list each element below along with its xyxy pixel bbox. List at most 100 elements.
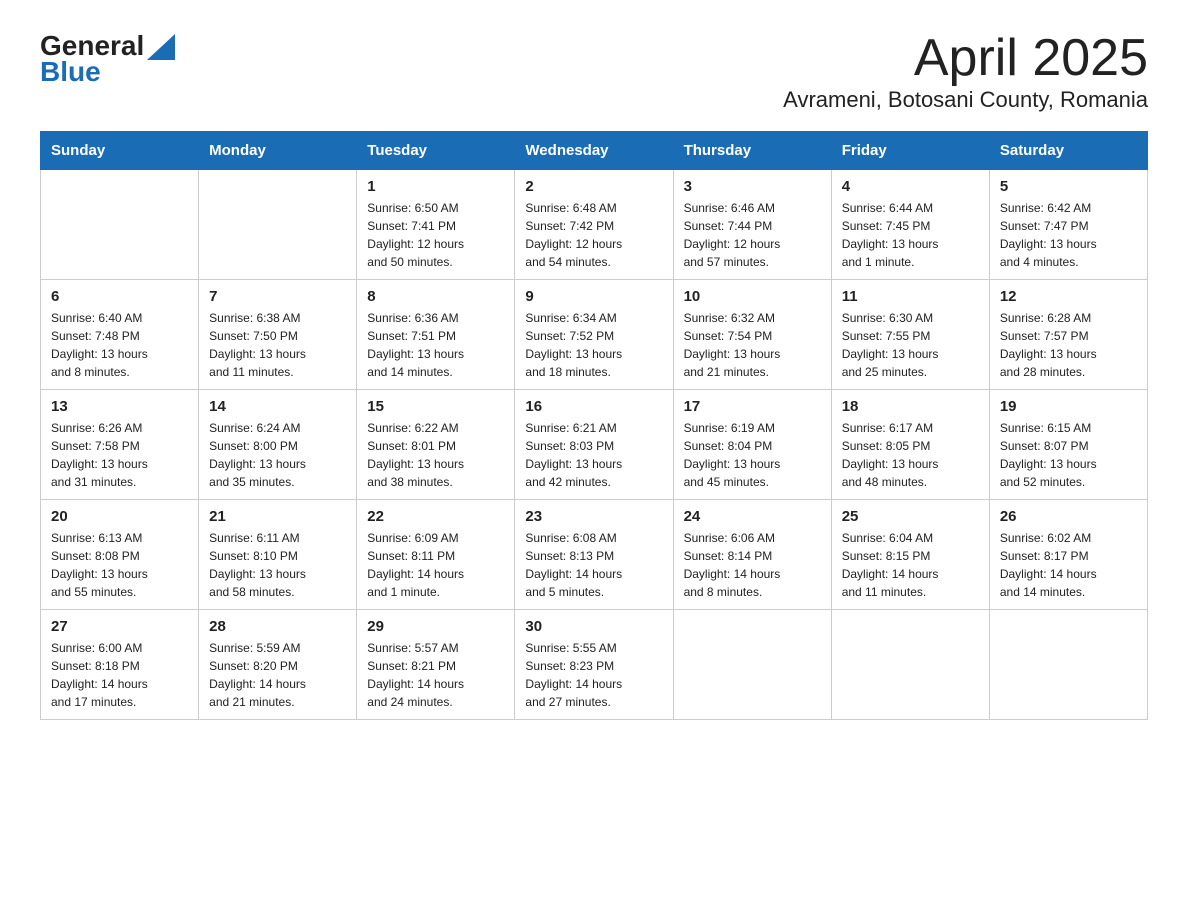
day-info: Sunrise: 6:38 AM Sunset: 7:50 PM Dayligh…	[209, 309, 346, 381]
day-number: 20	[51, 508, 188, 525]
calendar-day-cell	[41, 170, 199, 280]
calendar-day-cell: 18Sunrise: 6:17 AM Sunset: 8:05 PM Dayli…	[831, 390, 989, 500]
calendar-week-row: 1 Sunrise: 6:50 AM Sunset: 7:41 PM Daylig…	[41, 170, 1148, 280]
day-info: Sunrise: 6:09 AM Sunset: 8:11 PM Dayligh…	[367, 529, 504, 601]
day-number: 1	[367, 178, 504, 195]
day-number: 13	[51, 398, 188, 415]
calendar-day-header: Monday	[199, 132, 357, 170]
day-info: Sunrise: 6:06 AM Sunset: 8:14 PM Dayligh…	[684, 529, 821, 601]
calendar-day-cell: 22 Sunrise: 6:09 AM Sunset: 8:11 PM Dayli…	[357, 500, 515, 610]
day-info: Sunrise: 6:19 AM Sunset: 8:04 PM Dayligh…	[684, 419, 821, 491]
day-info: Sunrise: 6:36 AM Sunset: 7:51 PM Dayligh…	[367, 309, 504, 381]
day-number: 28	[209, 618, 346, 635]
day-number: 12	[1000, 288, 1137, 305]
day-info: Sunrise: 6:04 AM Sunset: 8:15 PM Dayligh…	[842, 529, 979, 601]
calendar-day-cell: 11 Sunrise: 6:30 AM Sunset: 7:55 PM Dayli…	[831, 280, 989, 390]
calendar-day-header: Sunday	[41, 132, 199, 170]
page-subtitle: Avrameni, Botosani County, Romania	[783, 87, 1148, 113]
day-number: 26	[1000, 508, 1137, 525]
day-number: 14	[209, 398, 346, 415]
day-info: Sunrise: 6:26 AM Sunset: 7:58 PM Dayligh…	[51, 419, 188, 491]
calendar-day-cell: 21 Sunrise: 6:11 AM Sunset: 8:10 PM Dayli…	[199, 500, 357, 610]
day-info: Sunrise: 6:50 AM Sunset: 7:41 PM Dayligh…	[367, 199, 504, 271]
calendar-day-cell	[673, 610, 831, 720]
day-number: 30	[525, 618, 662, 635]
day-info: Sunrise: 5:55 AM Sunset: 8:23 PM Dayligh…	[525, 639, 662, 711]
day-number: 21	[209, 508, 346, 525]
day-info: Sunrise: 6:28 AM Sunset: 7:57 PM Dayligh…	[1000, 309, 1137, 381]
day-info: Sunrise: 6:13 AM Sunset: 8:08 PM Dayligh…	[51, 529, 188, 601]
calendar-day-cell: 1 Sunrise: 6:50 AM Sunset: 7:41 PM Daylig…	[357, 170, 515, 280]
day-info: Sunrise: 6:32 AM Sunset: 7:54 PM Dayligh…	[684, 309, 821, 381]
calendar-day-cell: 3Sunrise: 6:46 AM Sunset: 7:44 PM Daylig…	[673, 170, 831, 280]
calendar-day-cell	[831, 610, 989, 720]
day-info: Sunrise: 6:15 AM Sunset: 8:07 PM Dayligh…	[1000, 419, 1137, 491]
calendar-day-cell: 8 Sunrise: 6:36 AM Sunset: 7:51 PM Daylig…	[357, 280, 515, 390]
calendar-day-cell: 10 Sunrise: 6:32 AM Sunset: 7:54 PM Dayli…	[673, 280, 831, 390]
day-info: Sunrise: 6:11 AM Sunset: 8:10 PM Dayligh…	[209, 529, 346, 601]
calendar-day-cell: 17Sunrise: 6:19 AM Sunset: 8:04 PM Dayli…	[673, 390, 831, 500]
calendar-day-header: Friday	[831, 132, 989, 170]
day-number: 23	[525, 508, 662, 525]
day-info: Sunrise: 5:57 AM Sunset: 8:21 PM Dayligh…	[367, 639, 504, 711]
day-number: 11	[842, 288, 979, 305]
calendar-day-cell: 25 Sunrise: 6:04 AM Sunset: 8:15 PM Dayli…	[831, 500, 989, 610]
day-info: Sunrise: 5:59 AM Sunset: 8:20 PM Dayligh…	[209, 639, 346, 711]
day-number: 10	[684, 288, 821, 305]
calendar-day-header: Thursday	[673, 132, 831, 170]
day-number: 8	[367, 288, 504, 305]
day-number: 2	[525, 178, 662, 195]
calendar-day-cell: 20 Sunrise: 6:13 AM Sunset: 8:08 PM Dayli…	[41, 500, 199, 610]
page-header: General Blue April 2025 Avrameni, Botosa…	[40, 30, 1148, 113]
calendar-day-cell	[199, 170, 357, 280]
day-info: Sunrise: 6:30 AM Sunset: 7:55 PM Dayligh…	[842, 309, 979, 381]
calendar-day-cell	[989, 610, 1147, 720]
calendar-day-cell: 16 Sunrise: 6:21 AM Sunset: 8:03 PM Dayli…	[515, 390, 673, 500]
calendar-day-cell: 26Sunrise: 6:02 AM Sunset: 8:17 PM Dayli…	[989, 500, 1147, 610]
calendar-day-header: Tuesday	[357, 132, 515, 170]
calendar-week-row: 6 Sunrise: 6:40 AM Sunset: 7:48 PM Daylig…	[41, 280, 1148, 390]
day-info: Sunrise: 6:00 AM Sunset: 8:18 PM Dayligh…	[51, 639, 188, 711]
day-number: 16	[525, 398, 662, 415]
day-number: 9	[525, 288, 662, 305]
day-number: 19	[1000, 398, 1137, 415]
logo-blue: Blue	[40, 56, 101, 88]
calendar-day-cell: 30 Sunrise: 5:55 AM Sunset: 8:23 PM Dayli…	[515, 610, 673, 720]
page-title: April 2025	[783, 30, 1148, 87]
calendar-day-cell: 7Sunrise: 6:38 AM Sunset: 7:50 PM Daylig…	[199, 280, 357, 390]
calendar-day-cell: 12 Sunrise: 6:28 AM Sunset: 7:57 PM Dayli…	[989, 280, 1147, 390]
calendar-header-row: SundayMondayTuesdayWednesdayThursdayFrid…	[41, 132, 1148, 170]
day-number: 22	[367, 508, 504, 525]
calendar-day-cell: 19 Sunrise: 6:15 AM Sunset: 8:07 PM Dayli…	[989, 390, 1147, 500]
calendar-day-cell: 2 Sunrise: 6:48 AM Sunset: 7:42 PM Daylig…	[515, 170, 673, 280]
day-info: Sunrise: 6:21 AM Sunset: 8:03 PM Dayligh…	[525, 419, 662, 491]
calendar-day-cell: 14 Sunrise: 6:24 AM Sunset: 8:00 PM Dayli…	[199, 390, 357, 500]
day-info: Sunrise: 6:22 AM Sunset: 8:01 PM Dayligh…	[367, 419, 504, 491]
day-number: 6	[51, 288, 188, 305]
calendar-day-cell: 23 Sunrise: 6:08 AM Sunset: 8:13 PM Dayli…	[515, 500, 673, 610]
calendar-day-cell: 5 Sunrise: 6:42 AM Sunset: 7:47 PM Daylig…	[989, 170, 1147, 280]
day-info: Sunrise: 6:44 AM Sunset: 7:45 PM Dayligh…	[842, 199, 979, 271]
day-info: Sunrise: 6:08 AM Sunset: 8:13 PM Dayligh…	[525, 529, 662, 601]
calendar-day-cell: 27Sunrise: 6:00 AM Sunset: 8:18 PM Dayli…	[41, 610, 199, 720]
day-info: Sunrise: 6:42 AM Sunset: 7:47 PM Dayligh…	[1000, 199, 1137, 271]
title-block: April 2025 Avrameni, Botosani County, Ro…	[783, 30, 1148, 113]
day-info: Sunrise: 6:40 AM Sunset: 7:48 PM Dayligh…	[51, 309, 188, 381]
calendar-week-row: 13 Sunrise: 6:26 AM Sunset: 7:58 PM Dayli…	[41, 390, 1148, 500]
day-info: Sunrise: 6:48 AM Sunset: 7:42 PM Dayligh…	[525, 199, 662, 271]
day-number: 29	[367, 618, 504, 635]
day-info: Sunrise: 6:24 AM Sunset: 8:00 PM Dayligh…	[209, 419, 346, 491]
calendar-day-cell: 29 Sunrise: 5:57 AM Sunset: 8:21 PM Dayli…	[357, 610, 515, 720]
calendar-day-cell: 9Sunrise: 6:34 AM Sunset: 7:52 PM Daylig…	[515, 280, 673, 390]
day-number: 15	[367, 398, 504, 415]
day-number: 5	[1000, 178, 1137, 195]
day-number: 25	[842, 508, 979, 525]
calendar-day-cell: 24 Sunrise: 6:06 AM Sunset: 8:14 PM Dayli…	[673, 500, 831, 610]
calendar-day-cell: 15 Sunrise: 6:22 AM Sunset: 8:01 PM Dayli…	[357, 390, 515, 500]
day-number: 4	[842, 178, 979, 195]
calendar-week-row: 20 Sunrise: 6:13 AM Sunset: 8:08 PM Dayli…	[41, 500, 1148, 610]
calendar-day-cell: 6 Sunrise: 6:40 AM Sunset: 7:48 PM Daylig…	[41, 280, 199, 390]
day-number: 24	[684, 508, 821, 525]
day-number: 18	[842, 398, 979, 415]
calendar-week-row: 27Sunrise: 6:00 AM Sunset: 8:18 PM Dayli…	[41, 610, 1148, 720]
